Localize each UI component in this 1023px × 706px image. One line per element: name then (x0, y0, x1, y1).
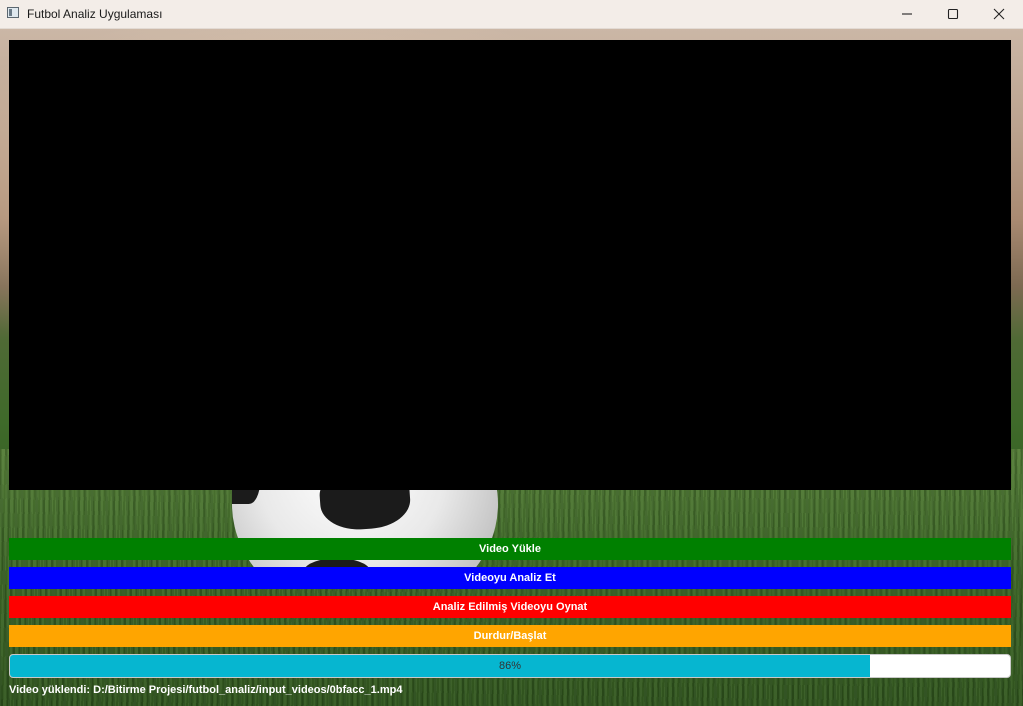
video-display (9, 40, 1011, 490)
play-analyzed-video-button[interactable]: Analiz Edilmiş Videoyu Oynat (9, 596, 1011, 618)
minimize-icon (902, 13, 912, 15)
analyze-video-label: Videoyu Analiz Et (464, 572, 556, 584)
analysis-progress-bar: 86% (9, 654, 1011, 678)
title-bar: Futbol Analiz Uygulaması (0, 0, 1023, 29)
load-video-button[interactable]: Video Yükle (9, 538, 1011, 560)
maximize-icon (947, 8, 959, 20)
main-window-content: Video Yükle Videoyu Analiz Et Analiz Edi… (0, 29, 1023, 706)
play-analyzed-video-label: Analiz Edilmiş Videoyu Oynat (432, 601, 588, 613)
maximize-button[interactable] (930, 0, 976, 28)
load-video-label: Video Yükle (479, 543, 541, 555)
analyze-video-button[interactable]: Videoyu Analiz Et (9, 567, 1011, 589)
close-button[interactable] (976, 0, 1022, 28)
app-icon (7, 7, 19, 18)
pause-play-label: Durdur/Başlat (473, 630, 547, 642)
progress-label: 86% (498, 660, 522, 672)
status-label: Video yüklendi: D:/Bitirme Projesi/futbo… (9, 684, 403, 696)
window-title: Futbol Analiz Uygulaması (27, 7, 163, 21)
close-icon (993, 8, 1005, 20)
minimize-button[interactable] (884, 0, 930, 28)
pause-play-button[interactable]: Durdur/Başlat (9, 625, 1011, 647)
